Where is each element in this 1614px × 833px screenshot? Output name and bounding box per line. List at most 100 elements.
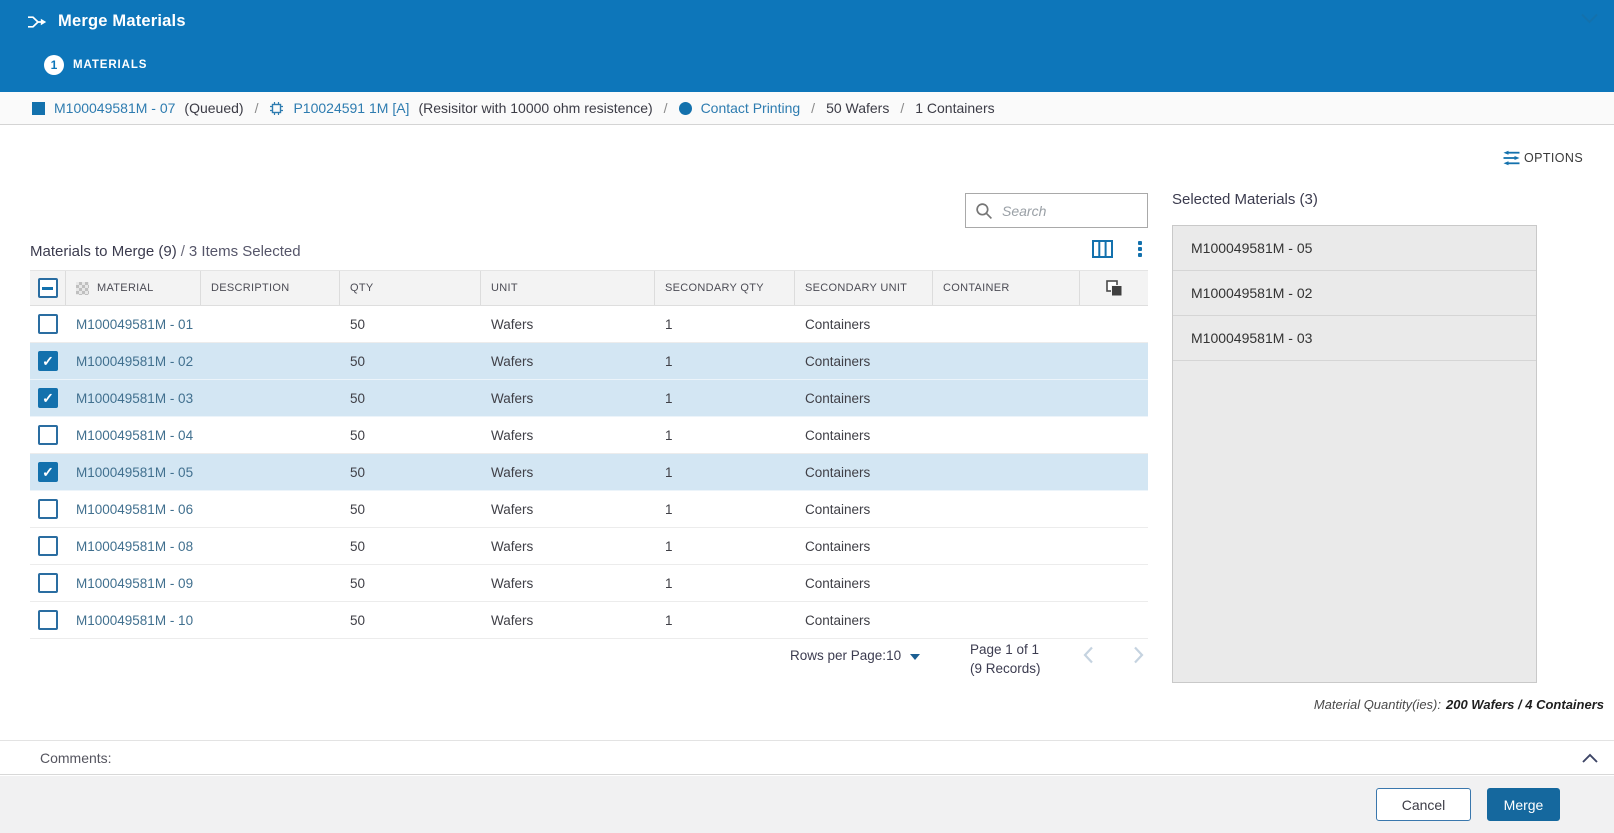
table-row[interactable]: M100049581M - 06 50 Wafers 1 Containers [30,491,1148,528]
options-sliders-icon [1502,150,1521,166]
material-link[interactable]: M100049581M - 05 [76,465,193,480]
material-link[interactable]: M100049581M - 01 [76,317,193,332]
column-header-container[interactable]: CONTAINER [933,271,1080,305]
app-header: Merge Materials 1 MATERIALS [0,0,1614,92]
search-icon [975,202,993,220]
column-header-qty[interactable]: QTY [340,271,481,305]
dropdown-caret-icon [910,654,920,660]
rows-per-page-select[interactable]: Rows per Page:10 [790,648,920,663]
cell-qty: 50 [340,465,481,480]
cell-secondary-qty: 1 [655,428,795,443]
page-info: Page 1 of 1 (9 Records) [970,640,1041,678]
column-header-description[interactable]: DESCRIPTION [201,271,340,305]
select-all-checkbox[interactable] [38,278,58,298]
next-page-chevron-icon[interactable] [1133,646,1144,669]
selected-materials-panel: M100049581M - 05M100049581M - 02M1000495… [1172,225,1537,683]
cell-unit: Wafers [481,539,655,554]
title-separator: / [177,243,189,260]
cell-qty: 50 [340,613,481,628]
merge-icon [27,14,47,30]
material-link[interactable]: M100049581M - 06 [76,502,193,517]
columns-settings-icon[interactable] [1092,240,1113,258]
row-checkbox[interactable] [38,499,58,519]
row-checkbox[interactable] [38,462,58,482]
material-link[interactable]: M100049581M - 03 [76,391,193,406]
table-row[interactable]: M100049581M - 10 50 Wafers 1 Containers [30,602,1148,639]
selected-materials-title: Selected Materials (3) [1172,191,1318,208]
row-checkbox[interactable] [38,388,58,408]
selection-summary: 3 Items Selected [189,243,301,260]
row-checkbox[interactable] [38,610,58,630]
row-checkbox[interactable] [38,351,58,371]
cell-unit: Wafers [481,428,655,443]
action-footer: Cancel Merge [0,776,1614,833]
material-link[interactable]: M100049581M - 08 [76,539,193,554]
cell-secondary-qty: 1 [655,539,795,554]
options-label: OPTIONS [1524,151,1583,165]
copy-table-icon[interactable] [1106,280,1123,297]
selected-material-item: M100049581M - 02 [1173,271,1536,316]
cell-secondary-unit: Containers [795,465,933,480]
table-header-row: MATERIAL DESCRIPTION QTY UNIT SECONDARY … [30,270,1148,306]
wizard-step-materials[interactable]: 1 MATERIALS [44,55,147,75]
breadcrumb-product-link[interactable]: P10024591 1M [A] [293,100,409,116]
cell-secondary-qty: 1 [655,354,795,369]
product-chip-icon [269,101,284,116]
row-checkbox[interactable] [38,573,58,593]
breadcrumb-separator: / [662,100,670,116]
column-header-unit[interactable]: UNIT [481,271,655,305]
comments-collapse-chevron-up-icon[interactable] [1582,751,1598,767]
table-row[interactable]: M100049581M - 09 50 Wafers 1 Containers [30,565,1148,602]
table-row[interactable]: M100049581M - 01 50 Wafers 1 Containers [30,306,1148,343]
search-box [965,193,1148,228]
merge-materials-window: Merge Materials 1 MATERIALS M100049581M … [0,0,1614,833]
search-input[interactable] [966,194,1147,227]
cell-secondary-unit: Containers [795,576,933,591]
row-checkbox[interactable] [38,314,58,334]
cell-secondary-unit: Containers [795,502,933,517]
breadcrumb-operation-link[interactable]: Contact Printing [701,100,801,116]
cancel-button[interactable]: Cancel [1376,788,1471,821]
breadcrumb-separator: / [898,100,906,116]
column-header-secondary-unit[interactable]: SECONDARY UNIT [795,271,933,305]
cell-secondary-unit: Containers [795,613,933,628]
cell-secondary-unit: Containers [795,317,933,332]
more-options-kebab-icon[interactable] [1137,240,1143,258]
previous-page-chevron-icon[interactable] [1083,646,1094,669]
cell-secondary-unit: Containers [795,428,933,443]
cell-qty: 50 [340,539,481,554]
breadcrumb-separator: / [253,100,261,116]
rows-per-page-label: Rows per Page: [790,648,886,663]
column-header-secondary-qty[interactable]: SECONDARY QTY [655,271,795,305]
cell-secondary-qty: 1 [655,391,795,406]
column-header-material[interactable]: MATERIAL [66,271,201,305]
cell-unit: Wafers [481,465,655,480]
options-button[interactable]: OPTIONS [1502,150,1583,166]
merge-button[interactable]: Merge [1487,788,1560,821]
table-row[interactable]: M100049581M - 08 50 Wafers 1 Containers [30,528,1148,565]
cell-qty: 50 [340,354,481,369]
breadcrumb-separator: / [809,100,817,116]
breadcrumb-material-link[interactable]: M100049581M - 07 [54,100,175,116]
table-title: Materials to Merge (9) [30,243,177,260]
cell-qty: 50 [340,576,481,591]
table-row[interactable]: M100049581M - 02 50 Wafers 1 Containers [30,343,1148,380]
table-row[interactable]: M100049581M - 05 50 Wafers 1 Containers [30,454,1148,491]
material-link[interactable]: M100049581M - 04 [76,428,193,443]
selected-material-item: M100049581M - 05 [1173,226,1536,271]
table-row[interactable]: M100049581M - 03 50 Wafers 1 Containers [30,380,1148,417]
comments-label: Comments: [40,750,112,766]
material-link[interactable]: M100049581M - 09 [76,576,193,591]
cell-secondary-qty: 1 [655,576,795,591]
material-link[interactable]: M100049581M - 10 [76,613,193,628]
breadcrumb-collapse-chevron-down-icon[interactable] [1581,11,1598,29]
row-checkbox[interactable] [38,425,58,445]
material-quantity-value: 200 Wafers / 4 Containers [1441,697,1604,712]
row-checkbox[interactable] [38,536,58,556]
materials-table: MATERIAL DESCRIPTION QTY UNIT SECONDARY … [30,270,1148,639]
material-link[interactable]: M100049581M - 02 [76,354,193,369]
operation-dot-icon [679,102,692,115]
breadcrumb-product-desc: (Resisitor with 10000 ohm resistence) [418,100,652,116]
table-row[interactable]: M100049581M - 04 50 Wafers 1 Containers [30,417,1148,454]
comments-section: Comments: [0,740,1614,775]
